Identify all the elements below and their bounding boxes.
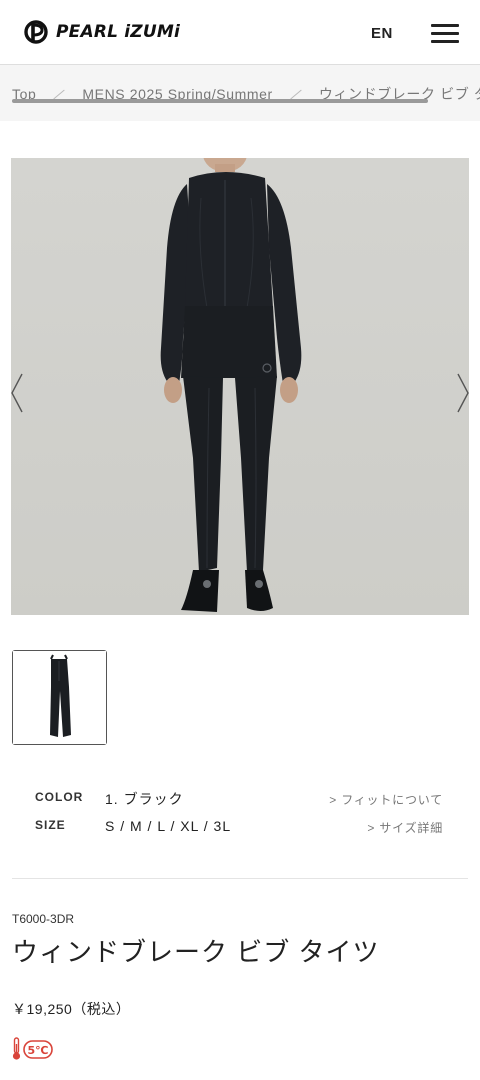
product-photo	[11, 158, 469, 615]
pearl-izumi-logo-icon	[24, 20, 48, 44]
thumbnail-image	[13, 651, 106, 744]
product-thumbnail[interactable]	[12, 650, 107, 745]
product-main-image[interactable]	[11, 158, 469, 615]
fit-info-link[interactable]: > フィットについて	[329, 791, 443, 808]
size-details-link[interactable]: > サイズ詳細	[367, 819, 443, 836]
thermometer-icon: 5℃	[12, 1037, 53, 1060]
site-header: PEARL iZUMi EN	[0, 0, 480, 65]
previous-image-button[interactable]	[9, 372, 25, 414]
product-price: ￥19,250（税込）	[12, 1001, 131, 1017]
section-divider	[12, 878, 468, 879]
color-label: COLOR	[35, 790, 84, 804]
size-label: SIZE	[35, 818, 66, 832]
language-switch[interactable]: EN	[371, 25, 393, 42]
next-image-button[interactable]	[455, 372, 471, 414]
product-code: T6000-3DR	[12, 912, 75, 926]
color-value: 1. ブラック	[105, 791, 184, 807]
temperature-badge: 5℃	[28, 1044, 49, 1057]
product-title: ウィンドブレーク ビブ タイツ	[12, 937, 380, 967]
breadcrumb-separator	[290, 89, 302, 99]
breadcrumb: Top MENS 2025 Spring/Summer ウィンドブレーク ビブ …	[0, 65, 480, 121]
hamburger-menu-icon[interactable]	[431, 24, 459, 44]
brand-name: PEARL iZUMi	[56, 22, 180, 42]
breadcrumb-scrollbar[interactable]	[12, 99, 428, 103]
brand-logo[interactable]: PEARL iZUMi	[24, 20, 180, 44]
size-value: S / M / L / XL / 3L	[105, 818, 232, 834]
breadcrumb-separator	[53, 89, 66, 99]
